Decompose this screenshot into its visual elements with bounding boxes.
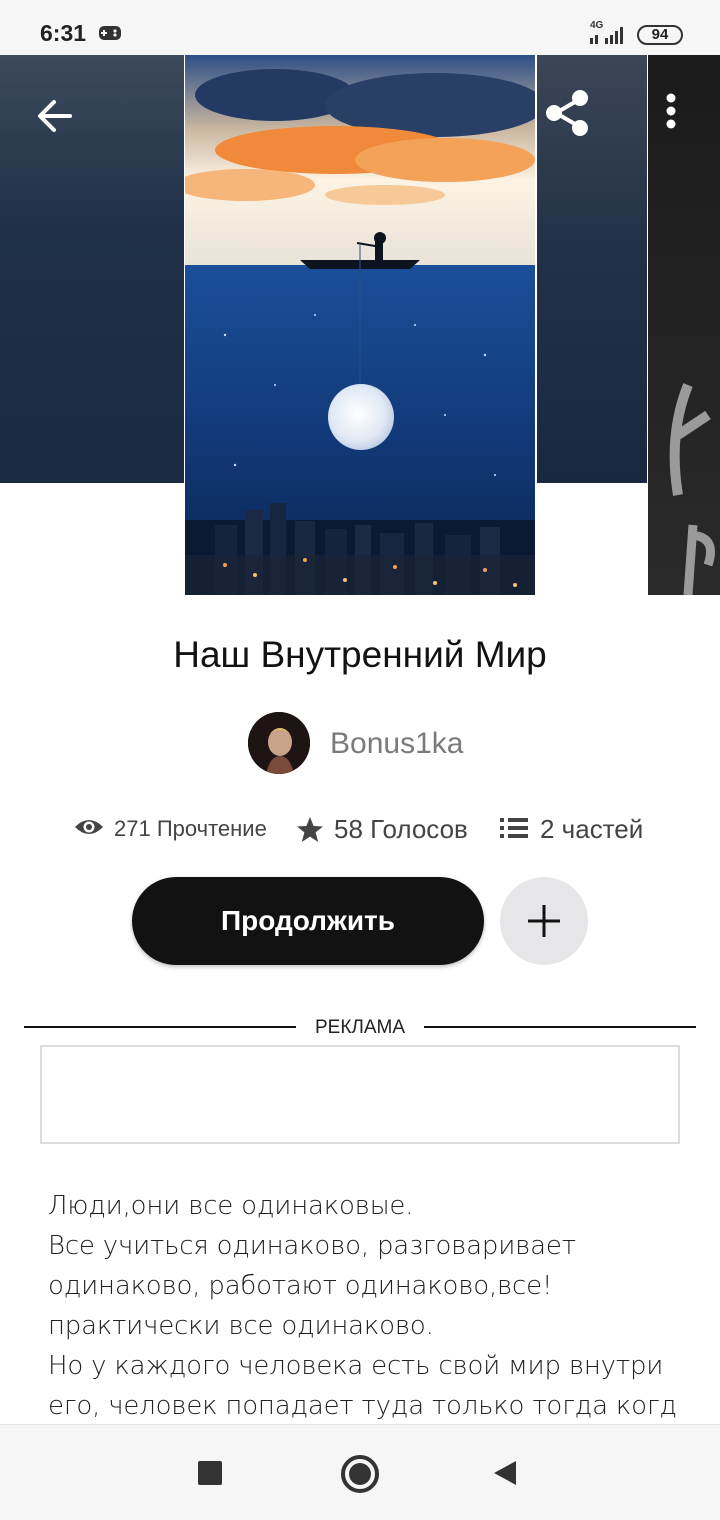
- status-bar: 6:31 4G 94: [0, 0, 720, 56]
- list-icon: [500, 818, 528, 838]
- story-description: Люди,они все одинаковые. Все учиться оди…: [48, 1186, 678, 1424]
- description-line: одинаково, работают одинаково,все!: [48, 1271, 553, 1301]
- ad-label: РЕКЛАМА: [314, 1017, 406, 1038]
- back-arrow-icon[interactable]: [30, 91, 80, 141]
- continue-reading-button[interactable]: Продолжить: [132, 877, 484, 965]
- description-line: Все учиться одинаково, разговаривает: [48, 1231, 576, 1261]
- cover-image: [185, 55, 535, 595]
- system-nav-bar: [0, 1424, 720, 1520]
- plus-icon: [528, 905, 560, 937]
- home-icon[interactable]: [341, 1455, 379, 1493]
- share-icon[interactable]: [540, 85, 596, 141]
- back-triangle-icon[interactable]: [494, 1461, 516, 1485]
- star-icon: [297, 817, 323, 842]
- description-line: практически все одинаково.: [48, 1311, 434, 1341]
- story-cover[interactable]: [185, 55, 535, 595]
- ad-divider: РЕКЛАМА: [24, 1012, 696, 1042]
- divider-line: [24, 1026, 296, 1028]
- add-to-library-button[interactable]: [500, 877, 588, 965]
- description-line: Люди,они все одинаковые.: [48, 1191, 414, 1221]
- more-vertical-icon[interactable]: [656, 89, 686, 139]
- cover-carousel[interactable]: [0, 55, 720, 595]
- cover-previous[interactable]: [0, 55, 184, 483]
- recent-apps-icon[interactable]: [198, 1461, 222, 1485]
- story-title: Наш Внутренний Мир: [173, 634, 547, 675]
- votes-count: 58 Голосов: [334, 814, 468, 844]
- signal-icon: [590, 27, 623, 44]
- avatar[interactable]: [248, 712, 310, 774]
- reads-count: 271 Прочтение: [114, 816, 267, 841]
- status-time: 6:31: [40, 20, 87, 46]
- author-name[interactable]: Bonus1ka: [330, 727, 463, 761]
- description-line: его, человек попадает туда только тогда …: [48, 1391, 678, 1421]
- description-line: Но у каждого человека есть свой мир внут…: [48, 1351, 664, 1381]
- author-row[interactable]: Bonus1ka: [248, 712, 548, 774]
- battery-icon: 94: [637, 25, 683, 45]
- game-controller-icon: [99, 26, 121, 40]
- eye-icon: [75, 820, 103, 834]
- ad-banner[interactable]: [40, 1045, 680, 1144]
- story-stats: 271 Прочтение 58 Голосов 2 частей: [0, 808, 720, 852]
- parts-count: 2 частей: [540, 814, 644, 844]
- divider-line: [424, 1026, 696, 1028]
